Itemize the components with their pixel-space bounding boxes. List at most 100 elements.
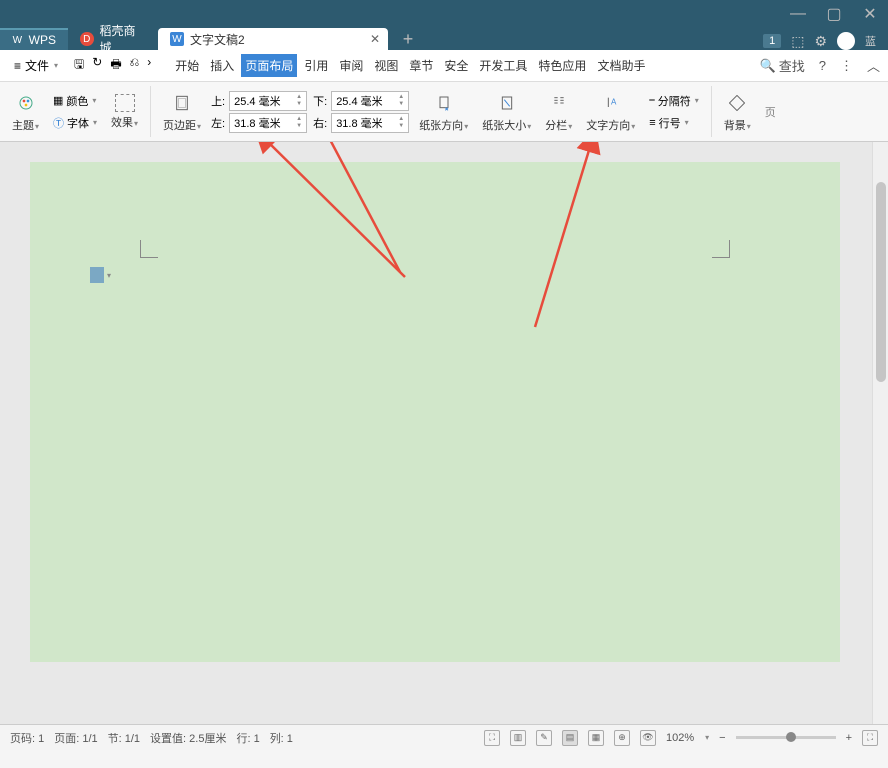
globe-icon[interactable]: ⊕ bbox=[614, 730, 630, 746]
search-label: 查找 bbox=[779, 56, 805, 75]
margin-top-input[interactable]: 25.4 毫米 ▲▼ bbox=[229, 91, 307, 111]
margin-left-label: 左: bbox=[211, 115, 225, 131]
search-button[interactable]: 🔍 查找 bbox=[760, 56, 805, 75]
tab-devtools[interactable]: 开发工具 bbox=[475, 54, 531, 77]
zoom-slider-thumb[interactable] bbox=[786, 732, 796, 742]
web-view-icon[interactable]: ▦ bbox=[588, 730, 604, 746]
line-numbers-label: 行号 bbox=[659, 115, 681, 131]
background-label: 背景▾ bbox=[724, 117, 751, 133]
spinner-icon[interactable]: ▲▼ bbox=[296, 94, 302, 108]
page-button[interactable]: 页 bbox=[761, 102, 780, 122]
tab-security[interactable]: 安全 bbox=[440, 54, 472, 77]
redo-icon[interactable]: › bbox=[147, 55, 151, 76]
spinner-icon[interactable]: ▲▼ bbox=[398, 94, 404, 108]
margin-inputs-2: 下: 25.4 毫米 ▲▼ 右: 31.8 毫米 ▲▼ bbox=[313, 91, 409, 133]
tab-close-icon[interactable]: ✕ bbox=[370, 32, 380, 46]
background-icon bbox=[725, 91, 749, 115]
margin-bottom-input[interactable]: 25.4 毫米 ▲▼ bbox=[331, 91, 409, 111]
orientation-button[interactable]: 纸张方向▾ bbox=[415, 89, 472, 135]
margin-top-label: 上: bbox=[211, 93, 225, 109]
margin-button[interactable]: 页边距▾ bbox=[159, 89, 205, 135]
separator-button[interactable]: ⎯ 分隔符▾ bbox=[645, 92, 703, 110]
outline-view-icon[interactable]: ✎ bbox=[536, 730, 552, 746]
size-button[interactable]: 纸张大小▾ bbox=[478, 89, 535, 135]
spinner-icon[interactable]: ▲▼ bbox=[398, 116, 404, 130]
margin-right-input[interactable]: 31.8 毫米 ▲▼ bbox=[331, 113, 409, 133]
tab-add-button[interactable]: + bbox=[388, 28, 428, 50]
tab-references[interactable]: 引用 bbox=[300, 54, 332, 77]
margin-label: 页边距▾ bbox=[163, 117, 201, 133]
fit-page-icon[interactable]: ⛶ bbox=[862, 730, 878, 746]
text-direction-icon: A bbox=[599, 91, 623, 115]
status-page-number[interactable]: 页码: 1 bbox=[10, 730, 44, 746]
columns-button[interactable]: 分栏▾ bbox=[541, 89, 576, 135]
zoom-in-button[interactable]: + bbox=[846, 732, 852, 744]
tab-docer[interactable]: D 稻壳商城 bbox=[68, 28, 158, 50]
margin-top-value: 25.4 毫米 bbox=[234, 93, 280, 109]
close-button[interactable]: ✕ bbox=[860, 4, 880, 24]
notification-badge[interactable]: 1 bbox=[763, 34, 781, 48]
separator-icon: ⎯ bbox=[649, 94, 655, 107]
status-page[interactable]: 页面: 1/1 bbox=[54, 730, 97, 746]
vertical-scrollbar[interactable] bbox=[872, 142, 888, 724]
status-row[interactable]: 行: 1 bbox=[236, 730, 259, 746]
tabbar-right: 1 ⬚ ⚙ 蓝 bbox=[763, 32, 888, 50]
skin-icon[interactable]: ⬚ bbox=[791, 33, 804, 50]
chevron-down-icon: ▾ bbox=[107, 271, 111, 280]
tab-page-layout[interactable]: 页面布局 bbox=[241, 54, 297, 77]
maximize-button[interactable]: ▢ bbox=[824, 4, 844, 24]
document-area: ▾ bbox=[0, 142, 888, 724]
separator-label: 分隔符 bbox=[658, 93, 691, 109]
file-menu[interactable]: ≡ 文件 ▾ bbox=[8, 54, 64, 77]
tab-doc-helper[interactable]: 文档助手 bbox=[593, 54, 649, 77]
wps-logo-icon: W bbox=[12, 33, 23, 47]
status-section[interactable]: 节: 1/1 bbox=[108, 730, 140, 746]
tab-special[interactable]: 特色应用 bbox=[534, 54, 590, 77]
chevron-down-icon: ▾ bbox=[54, 61, 58, 70]
text-direction-button[interactable]: A 文字方向▾ bbox=[582, 89, 639, 135]
tab-wps[interactable]: W WPS bbox=[0, 28, 68, 50]
theme-button[interactable]: 主题▾ bbox=[8, 89, 43, 135]
page-view-icon[interactable]: ▤ bbox=[562, 730, 578, 746]
tab-review[interactable]: 审阅 bbox=[335, 54, 367, 77]
zoom-level[interactable]: 102% bbox=[666, 732, 694, 744]
more-icon[interactable]: ⋮ bbox=[840, 58, 853, 74]
ribbon: 主题▾ ▦ 颜色▾ Ⓣ 字体▾ 效果▾ 页边距▾ 上: 25. bbox=[0, 82, 888, 142]
spinner-icon[interactable]: ▲▼ bbox=[296, 116, 302, 130]
user-avatar[interactable] bbox=[837, 32, 855, 50]
tab-insert[interactable]: 插入 bbox=[206, 54, 238, 77]
zoom-out-button[interactable]: − bbox=[719, 732, 725, 744]
print-icon[interactable]: ↻ bbox=[92, 55, 102, 76]
tab-document[interactable]: W 文字文稿2 ✕ bbox=[158, 28, 388, 50]
fullscreen-icon[interactable]: ⛶ bbox=[484, 730, 500, 746]
minimize-button[interactable]: — bbox=[788, 4, 808, 24]
collapse-ribbon-icon[interactable]: ︿ bbox=[867, 56, 880, 75]
background-button[interactable]: 背景▾ bbox=[720, 89, 755, 135]
tab-start[interactable]: 开始 bbox=[171, 54, 203, 77]
eye-icon[interactable]: 👁 bbox=[640, 730, 656, 746]
reading-view-icon[interactable]: ▥ bbox=[510, 730, 526, 746]
document-page[interactable]: ▾ bbox=[30, 162, 840, 662]
scrollbar-thumb[interactable] bbox=[876, 182, 886, 382]
tab-view[interactable]: 视图 bbox=[370, 54, 402, 77]
svg-text:A: A bbox=[611, 97, 617, 106]
save-icon[interactable]: 🖫 bbox=[74, 55, 84, 76]
help-icon[interactable]: ? bbox=[819, 58, 826, 73]
status-position[interactable]: 设置值: 2.5厘米 bbox=[150, 730, 226, 746]
print-preview-icon[interactable]: 🖶 bbox=[110, 55, 121, 76]
margin-left-input[interactable]: 31.8 毫米 ▲▼ bbox=[229, 113, 307, 133]
margin-right-value: 31.8 毫米 bbox=[336, 115, 382, 131]
settings-icon[interactable]: ⚙ bbox=[814, 33, 827, 50]
margin-corner-tr bbox=[712, 240, 730, 258]
line-numbers-button[interactable]: ≡ 行号▾ bbox=[645, 114, 703, 132]
tab-wps-label: WPS bbox=[29, 33, 56, 47]
undo-icon[interactable]: ⎌ bbox=[130, 55, 140, 76]
zoom-slider[interactable] bbox=[736, 736, 836, 739]
page-widget[interactable]: ▾ bbox=[90, 267, 111, 283]
font-button[interactable]: Ⓣ 字体▾ bbox=[49, 114, 101, 132]
color-button[interactable]: ▦ 颜色▾ bbox=[49, 92, 101, 110]
effect-button[interactable]: 效果▾ bbox=[107, 92, 142, 132]
tab-chapter[interactable]: 章节 bbox=[405, 54, 437, 77]
palette-icon bbox=[14, 91, 38, 115]
status-col[interactable]: 列: 1 bbox=[270, 730, 293, 746]
